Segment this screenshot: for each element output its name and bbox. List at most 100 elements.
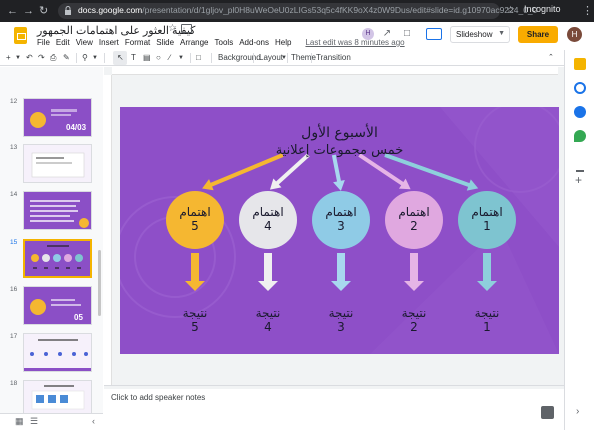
contacts-icon[interactable] <box>574 106 586 118</box>
result-number: 2 <box>410 320 418 334</box>
comment-icon[interactable]: □ <box>400 27 414 41</box>
menu-slide[interactable]: Slide <box>156 38 174 47</box>
reload-icon[interactable]: ↻ <box>39 4 48 18</box>
notes-footer <box>104 413 564 430</box>
interest-label: اهتمام <box>252 205 284 219</box>
menu-file[interactable]: File <box>37 38 50 47</box>
add-addon-icon[interactable]: + <box>575 173 582 187</box>
vertical-ruler <box>104 75 112 385</box>
slide-number: 18 <box>10 380 18 387</box>
chevron-down-icon[interactable]: ▼ <box>498 30 505 37</box>
zoom-dropdown-icon[interactable]: ▼ <box>92 52 98 64</box>
slide-number: 17 <box>10 333 18 340</box>
interest-circle-3[interactable]: اهتمام 3 <box>312 191 370 249</box>
slide-thumbnail-18[interactable] <box>23 380 92 413</box>
comment-add-icon[interactable]: □ <box>196 52 201 64</box>
new-slide-dropdown-icon[interactable]: ▼ <box>15 52 21 64</box>
menu-arrange[interactable]: Arrange <box>180 38 208 47</box>
slide-thumbnail-15-selected[interactable] <box>23 239 92 278</box>
interest-label: اهتمام <box>398 205 430 219</box>
grid-view-icon[interactable]: ▦ <box>15 416 24 427</box>
result-word: نتيجة <box>182 306 208 320</box>
result-label-2[interactable]: نتيجة 2 <box>389 306 439 334</box>
result-label-3[interactable]: نتيجة 3 <box>316 306 366 334</box>
interest-circle-5[interactable]: اهتمام 5 <box>166 191 224 249</box>
present-to-meeting-icon[interactable] <box>426 28 442 40</box>
line-dropdown-icon[interactable]: ▼ <box>178 52 184 64</box>
speaker-notes-field[interactable]: Click to add speaker notes <box>111 393 205 402</box>
menu-tools[interactable]: Tools <box>215 38 234 47</box>
zoom-icon[interactable]: ⚲ <box>82 52 88 64</box>
slide-title[interactable]: الأسبوع الأول <box>120 125 559 141</box>
slide-thumbnail-12[interactable]: 04/03 <box>23 98 92 137</box>
slide-number: 14 <box>10 191 18 198</box>
background-button[interactable]: Background <box>218 52 261 64</box>
line-icon[interactable]: ∕ <box>169 52 170 64</box>
slide-thumbnail-17[interactable] <box>23 333 92 372</box>
browser-menu-icon[interactable]: ⋮ <box>582 4 593 18</box>
interest-circle-2[interactable]: اهتمام 2 <box>385 191 443 249</box>
back-icon[interactable]: ← <box>7 4 18 18</box>
interest-circle-1[interactable]: اهتمام 1 <box>458 191 516 249</box>
notes-divider[interactable] <box>104 385 564 389</box>
maps-icon[interactable] <box>574 130 586 142</box>
result-label-4[interactable]: نتيجة 4 <box>243 306 293 334</box>
layout-button[interactable]: Layout <box>259 52 283 64</box>
expand-panel-icon[interactable]: › <box>576 406 579 417</box>
user-avatar[interactable]: H <box>567 27 582 42</box>
explore-icon[interactable] <box>541 406 554 419</box>
slide-filmstrip[interactable]: 12 04/03 13 14 15 16 05 17 18 <box>0 67 103 413</box>
slide-15[interactable]: الأسبوع الأول خمس مجموعات إعلانية اهتمام… <box>120 107 559 354</box>
print-icon[interactable]: ⎙ <box>50 52 56 64</box>
down-arrow-2 <box>404 253 424 291</box>
result-label-5[interactable]: نتيجة 5 <box>170 306 220 334</box>
collaborator-avatar[interactable]: H <box>362 28 374 40</box>
keep-icon[interactable] <box>574 58 586 70</box>
interest-circle-4[interactable]: اهتمام 4 <box>239 191 297 249</box>
list-view-icon[interactable]: ☰ <box>30 416 38 427</box>
new-slide-icon[interactable]: + <box>6 52 11 64</box>
slide-number: 16 <box>10 286 18 293</box>
transition-button[interactable]: Transition <box>316 52 351 64</box>
menu-help[interactable]: Help <box>275 38 291 47</box>
result-number: 1 <box>483 320 491 334</box>
undo-icon[interactable]: ↶ <box>26 52 33 64</box>
paint-format-icon[interactable]: ✎ <box>63 52 70 64</box>
star-icon[interactable]: ☆ <box>168 23 177 34</box>
address-bar[interactable]: docs.google.com/presentation/d/1gljov_pl… <box>58 3 537 19</box>
interest-label: اهتمام <box>179 205 211 219</box>
menu-view[interactable]: View <box>76 38 93 47</box>
pointer-arrowhead-3 <box>333 179 345 191</box>
filmstrip-scrollbar[interactable] <box>98 250 101 316</box>
result-word: نتيجة <box>401 306 427 320</box>
menu-insert[interactable]: Insert <box>99 38 119 47</box>
tasks-icon[interactable] <box>574 82 586 94</box>
text-box-icon[interactable]: T <box>131 52 136 64</box>
app-header: كيفية العثور على اهتمامات الجمهور ☆ File… <box>0 22 594 48</box>
menu-format[interactable]: Format <box>125 38 150 47</box>
shape-icon[interactable]: ○ <box>156 52 161 64</box>
slides-logo-icon[interactable] <box>14 27 27 44</box>
editing-toolbar: + ▼ ↶ ↷ ⎙ ✎ ⚲ ▼ ↖ T ▤ ○ ∕ ▼ □ Background… <box>0 50 564 66</box>
move-folder-icon[interactable] <box>181 24 192 33</box>
result-label-1[interactable]: نتيجة 1 <box>462 306 512 334</box>
forward-icon[interactable]: → <box>23 4 34 18</box>
interest-label: اهتمام <box>325 205 357 219</box>
result-number: 3 <box>337 320 345 334</box>
slide-thumbnail-14[interactable] <box>23 191 92 230</box>
share-button[interactable]: Share <box>518 26 558 43</box>
menu-addons[interactable]: Add-ons <box>239 38 269 47</box>
collapse-toolbar-icon[interactable]: ⌃ <box>548 52 554 64</box>
bookmark-star-icon[interactable]: ☆ <box>506 4 515 18</box>
menu-edit[interactable]: Edit <box>56 38 70 47</box>
slide-thumbnail-13[interactable] <box>23 144 92 183</box>
slide-subtitle[interactable]: خمس مجموعات إعلانية <box>120 143 559 158</box>
collapse-filmstrip-icon[interactable]: ‹ <box>92 416 95 426</box>
redo-icon[interactable]: ↷ <box>38 52 45 64</box>
interest-number: 2 <box>410 219 418 233</box>
activity-icon[interactable]: ↗ <box>380 27 394 41</box>
slideshow-button[interactable]: Slideshow ▼ <box>450 26 510 43</box>
image-icon[interactable]: ▤ <box>143 52 151 64</box>
slide-thumbnail-16[interactable]: 05 <box>23 286 92 325</box>
theme-button[interactable]: Theme <box>291 52 316 64</box>
